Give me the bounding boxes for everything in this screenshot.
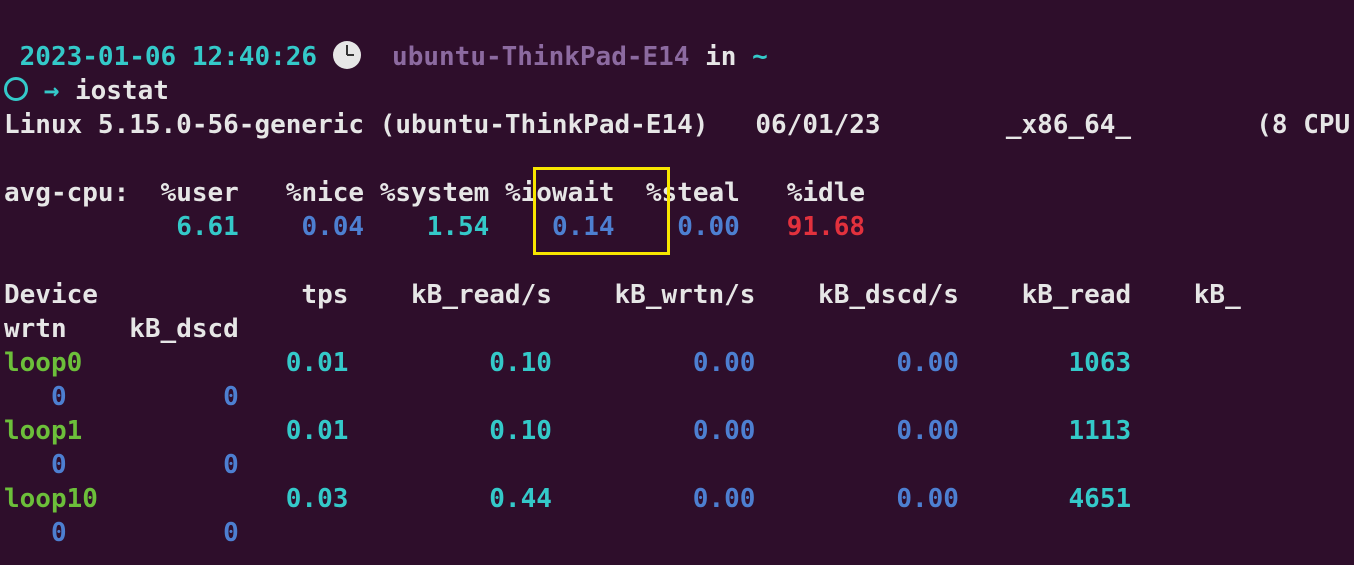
hdr-kb-wrap: kB_ xyxy=(1194,280,1241,310)
dev-kb-read-s: 0.44 xyxy=(489,484,552,514)
dev-kb-read-s: 0.10 xyxy=(489,416,552,446)
table-row: loop10 0.03 0.44 0.00 0.00 4651 xyxy=(4,484,1131,514)
device-header-line2: wrtn kB_dscd xyxy=(4,314,239,344)
hdr-user: %user xyxy=(161,178,239,208)
hdr-tps: tps xyxy=(301,280,348,310)
dev-kb-read: 1063 xyxy=(1069,348,1132,378)
avg-cpu-label: avg-cpu: xyxy=(4,178,129,208)
dev-kb-dscd-s: 0.00 xyxy=(896,348,959,378)
table-row-wrap: 0 0 xyxy=(4,382,239,412)
dev-kb-dscd: 0 xyxy=(223,450,239,480)
dev-kb-wrtn-s: 0.00 xyxy=(693,348,756,378)
hdr-iowait: %iowait xyxy=(505,178,615,208)
dev-tps: 0.01 xyxy=(286,416,349,446)
table-row-wrap: 0 0 xyxy=(4,450,239,480)
device-header-line1: Device tps kB_read/s kB_wrtn/s kB_dscd/s… xyxy=(4,280,1241,310)
val-user: 6.61 xyxy=(176,212,239,242)
dev-name: loop10 xyxy=(4,484,98,514)
hdr-nice: %nice xyxy=(286,178,364,208)
val-steal: 0.00 xyxy=(677,212,740,242)
terminal-output: 2023-01-06 12:40:26 ubuntu-ThinkPad-E14 … xyxy=(0,0,1354,550)
hdr-system: %system xyxy=(380,178,490,208)
system-line: Linux 5.15.0-56-generic (ubuntu-ThinkPad… xyxy=(4,110,1354,140)
prompt-line-2[interactable]: → iostat xyxy=(4,76,169,106)
dev-kb-read-s: 0.10 xyxy=(489,348,552,378)
dev-tps: 0.01 xyxy=(286,348,349,378)
command: iostat xyxy=(75,76,169,106)
dev-kb-read: 4651 xyxy=(1069,484,1132,514)
hdr-idle: %idle xyxy=(787,178,865,208)
table-row: loop0 0.01 0.10 0.00 0.00 1063 xyxy=(4,348,1131,378)
hdr-kb-wrtn-s: kB_wrtn/s xyxy=(615,280,756,310)
dev-name: loop0 xyxy=(4,348,82,378)
dev-kb-dscd-s: 0.00 xyxy=(896,416,959,446)
hostname: ubuntu-ThinkPad-E14 xyxy=(392,42,689,72)
dev-kb-wrtn: 0 xyxy=(51,518,67,548)
hdr-kb-dscd: kB_dscd xyxy=(129,314,239,344)
dev-kb-dscd: 0 xyxy=(223,382,239,412)
dev-name: loop1 xyxy=(4,416,82,446)
clock-icon xyxy=(333,41,361,69)
timestamp: 2023-01-06 12:40:26 xyxy=(20,42,317,72)
hdr-kb-read: kB_read xyxy=(1022,280,1132,310)
prompt-line-1: 2023-01-06 12:40:26 ubuntu-ThinkPad-E14 … xyxy=(4,42,768,72)
dev-tps: 0.03 xyxy=(286,484,349,514)
circle-icon xyxy=(4,77,28,101)
dev-kb-wrtn-s: 0.00 xyxy=(693,416,756,446)
arrow-icon: → xyxy=(44,76,60,106)
dev-kb-read: 1113 xyxy=(1069,416,1132,446)
dev-kb-dscd-s: 0.00 xyxy=(896,484,959,514)
val-idle: 91.68 xyxy=(787,212,865,242)
in-word: in xyxy=(705,42,736,72)
hdr-device: Device xyxy=(4,280,98,310)
val-iowait: 0.14 xyxy=(552,212,615,242)
hdr-steal: %steal xyxy=(646,178,740,208)
table-row: loop1 0.01 0.10 0.00 0.00 1113 xyxy=(4,416,1131,446)
val-system: 1.54 xyxy=(427,212,490,242)
dev-kb-dscd: 0 xyxy=(223,518,239,548)
dev-kb-wrtn: 0 xyxy=(51,450,67,480)
dev-kb-wrtn-s: 0.00 xyxy=(693,484,756,514)
hdr-kb-dscd-s: kB_dscd/s xyxy=(818,280,959,310)
cwd: ~ xyxy=(752,42,768,72)
cpu-block: avg-cpu: %user %nice %system %iowait %st… xyxy=(4,176,865,244)
hdr-kb-read-s: kB_read/s xyxy=(411,280,552,310)
table-row-wrap: 0 0 xyxy=(4,518,239,548)
val-nice: 0.04 xyxy=(301,212,364,242)
dev-kb-wrtn: 0 xyxy=(51,382,67,412)
